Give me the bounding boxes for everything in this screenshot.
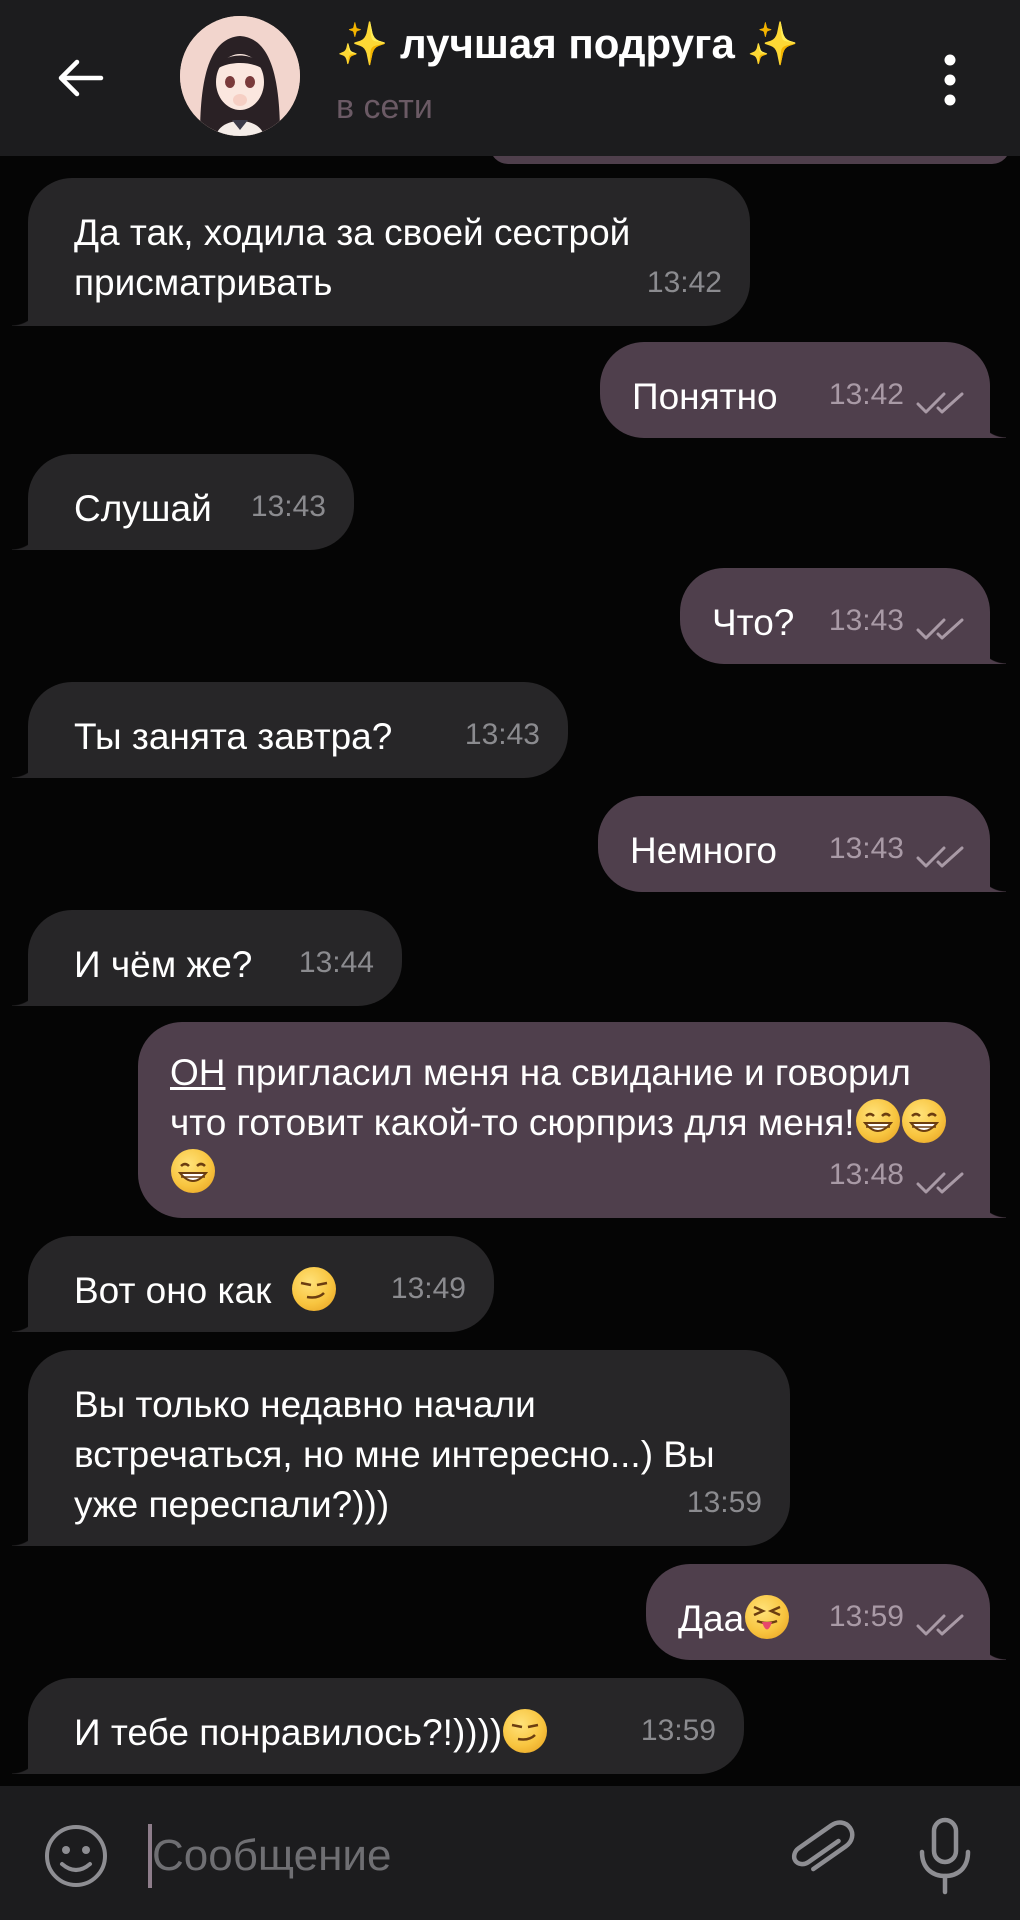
message-text: Понятно — [632, 376, 778, 417]
message-text: Немного — [630, 830, 778, 871]
message-text: Да так, ходила за своей сестрой присматр… — [74, 212, 631, 303]
message-outgoing[interactable]: Что? 13:43 — [680, 568, 1006, 664]
grin-icon — [171, 1149, 215, 1193]
message-outgoing[interactable]: Немного 13:43 — [598, 796, 1006, 892]
smirk-icon — [291, 1267, 336, 1311]
message-text: Что? — [712, 602, 795, 643]
online-status: в сети — [336, 88, 433, 126]
composer-bar — [0, 1786, 1020, 1920]
emoji-button[interactable] — [40, 1820, 112, 1892]
message-emphasis: ОН — [170, 1052, 226, 1093]
microphone-button[interactable] — [910, 1814, 980, 1898]
message-incoming[interactable]: И тебе понравилось?!)))) 13:59 — [12, 1678, 744, 1774]
message-time: 13:42 — [646, 266, 722, 299]
message-incoming[interactable]: Да так, ходила за своей сестрой присматр… — [12, 178, 750, 326]
smirk-icon — [503, 1709, 548, 1753]
message-input[interactable] — [150, 1818, 750, 1894]
message-outgoing[interactable]: ОН пригласил меня на свидание и говорил … — [138, 1022, 1006, 1218]
message-text: Вот оно как — [74, 1270, 272, 1311]
double-check-icon — [916, 1172, 964, 1194]
message-outgoing[interactable]: Понятно 13:42 — [600, 342, 1006, 438]
message-time: 13:43 — [828, 604, 904, 637]
message-incoming[interactable]: Ты занята завтра? 13:43 — [12, 682, 568, 778]
menu-button[interactable] — [920, 40, 980, 120]
chat-header: ✨ лучшая подруга ✨ в сети — [0, 0, 1020, 156]
message-text: Вы только недавно начали встречаться, но… — [74, 1384, 715, 1525]
message-time: 13:43 — [828, 832, 904, 865]
message-time: 13:43 — [464, 718, 540, 751]
anime-girl-avatar-icon — [180, 16, 300, 136]
grin-icon — [901, 1099, 946, 1143]
message-text: И тебе понравилось?!)))) — [74, 1712, 503, 1753]
microphone-icon — [919, 1817, 971, 1895]
message-outgoing[interactable]: Даа 13:59 — [646, 1564, 1006, 1660]
message-time: 13:59 — [640, 1714, 716, 1747]
avatar[interactable] — [180, 16, 300, 136]
grin-icon — [855, 1099, 900, 1143]
message-text: пригласил меня на свидание и говорил что… — [170, 1052, 911, 1143]
message-incoming[interactable]: Вот оно как 13:49 — [12, 1236, 494, 1332]
message-time: 13:48 — [828, 1158, 904, 1191]
message-list[interactable]: Да так, ходила за своей сестрой присматр… — [0, 156, 1020, 1786]
message-text: Слушай — [74, 488, 212, 529]
message-time: 13:42 — [828, 378, 904, 411]
back-button[interactable] — [40, 38, 120, 118]
tongue-squint-icon — [745, 1595, 790, 1639]
smile-icon — [45, 1825, 107, 1887]
message-text: И чём же? — [74, 944, 253, 985]
message-time: 13:59 — [686, 1486, 762, 1519]
double-check-icon — [916, 1614, 964, 1636]
message-incoming[interactable]: И чём же? 13:44 — [12, 910, 402, 1006]
message-time: 13:44 — [298, 946, 374, 979]
more-vertical-icon — [944, 54, 956, 106]
message-time: 13:43 — [250, 490, 326, 523]
double-check-icon — [916, 618, 964, 640]
arrow-left-icon — [58, 59, 104, 97]
paperclip-icon — [791, 1820, 855, 1872]
double-check-icon — [916, 392, 964, 414]
message-incoming[interactable]: Слушай 13:43 — [12, 454, 354, 550]
previous-message-edge — [490, 156, 1010, 164]
message-incoming[interactable]: Вы только недавно начали встречаться, но… — [12, 1350, 790, 1546]
chat-title[interactable]: ✨ лучшая подруга ✨ — [336, 20, 799, 69]
attach-button[interactable] — [780, 1814, 860, 1894]
message-time: 13:59 — [828, 1600, 904, 1633]
message-time: 13:49 — [390, 1272, 466, 1305]
message-text: Ты занята завтра? — [74, 716, 393, 757]
double-check-icon — [916, 846, 964, 868]
message-text: Даа — [678, 1598, 745, 1639]
